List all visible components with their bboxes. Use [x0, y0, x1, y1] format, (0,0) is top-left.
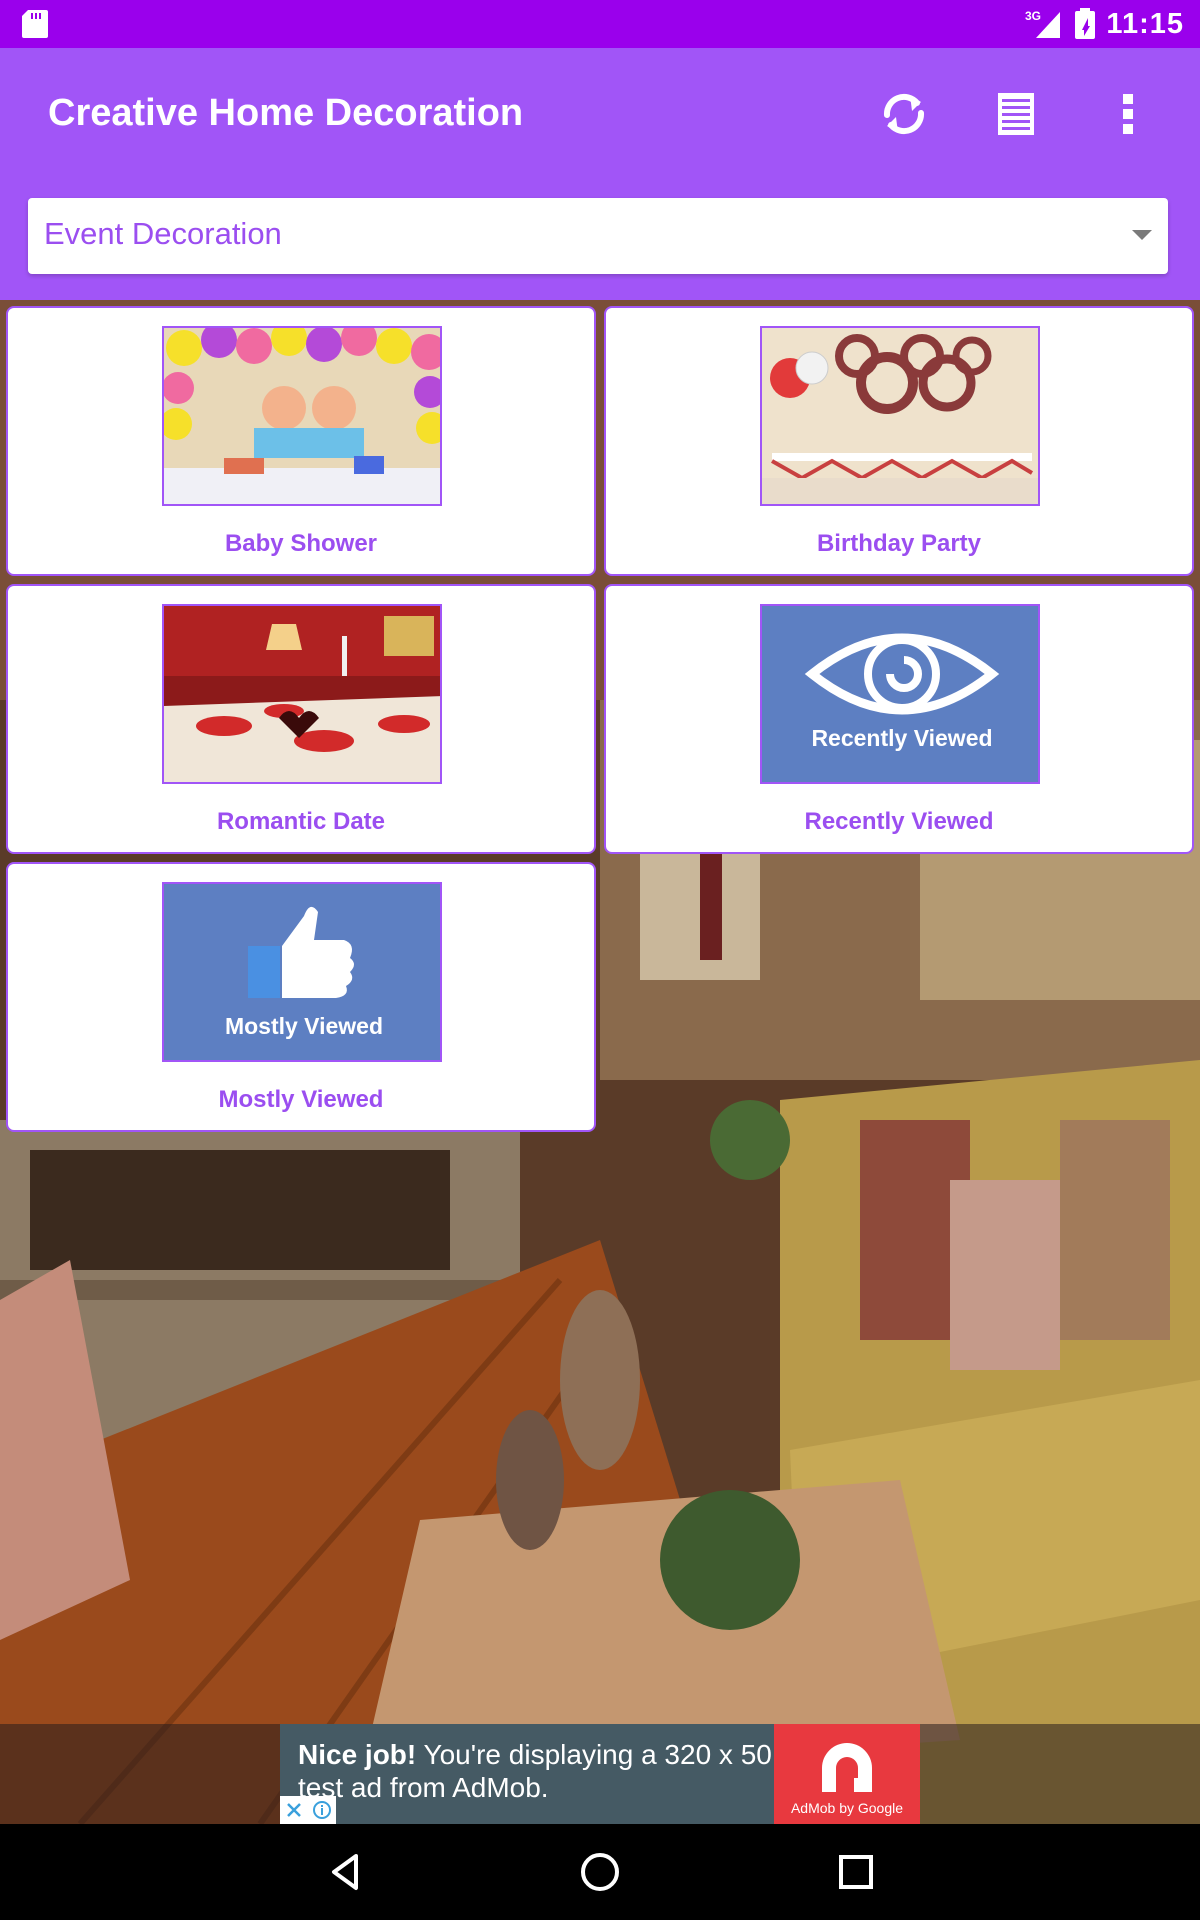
- mostly-viewed-image-text: Mostly Viewed: [225, 1013, 383, 1039]
- ad-close-button[interactable]: [280, 1796, 308, 1824]
- recently-viewed-image-text: Recently Viewed: [811, 725, 992, 751]
- mostly-viewed-image: Mostly Viewed: [162, 882, 442, 1062]
- back-button[interactable]: [318, 1844, 374, 1900]
- tile-mostly-viewed[interactable]: Mostly Viewed Mostly Viewed: [6, 862, 596, 1132]
- tile-label: Mostly Viewed: [218, 1086, 384, 1113]
- signal-icon: 3G: [1025, 9, 1061, 38]
- tile-label: Birthday Party: [816, 530, 982, 557]
- tile-birthday-party[interactable]: Birthday Party: [604, 306, 1194, 576]
- network-type: 3G: [1025, 9, 1041, 23]
- tile-label: Baby Shower: [224, 530, 378, 557]
- close-icon: [287, 1803, 301, 1817]
- back-icon: [332, 1854, 358, 1890]
- battery-icon: [1075, 8, 1096, 39]
- home-button[interactable]: [572, 1844, 628, 1900]
- tile-recently-viewed[interactable]: Recently Viewed Recently Viewed: [604, 584, 1194, 854]
- ad-text: Nice job! You're displaying a 320 x 50 t…: [298, 1738, 778, 1804]
- refresh-button[interactable]: [874, 84, 934, 144]
- recents-icon: [839, 1855, 873, 1889]
- category-selected: Event Decoration: [44, 216, 282, 251]
- tile-label: Recently Viewed: [804, 808, 994, 835]
- refresh-icon: [883, 93, 925, 135]
- list-button[interactable]: [986, 84, 1046, 144]
- status-bar: 3G 11:15: [0, 0, 1200, 48]
- tile-romantic-date[interactable]: Romantic Date: [6, 584, 596, 854]
- tile-label: Romantic Date: [216, 808, 386, 835]
- admob-icon: [822, 1743, 872, 1792]
- recents-button[interactable]: [828, 1844, 884, 1900]
- more-options-button[interactable]: [1098, 84, 1158, 144]
- app-bar: Creative Home Decoration Event Decoratio…: [0, 48, 1200, 300]
- admob-logo: AdMob by Google: [774, 1724, 920, 1824]
- chevron-down-icon: [1132, 230, 1152, 240]
- app-title: Creative Home Decoration: [48, 92, 524, 134]
- recently-viewed-image: Recently Viewed: [760, 604, 1040, 784]
- ad-banner[interactable]: Nice job! You're displaying a 320 x 50 t…: [280, 1724, 920, 1824]
- sd-card-icon: [22, 10, 48, 38]
- ad-headline: Nice job!: [298, 1739, 417, 1770]
- ad-brand: AdMob by Google: [790, 1800, 904, 1816]
- list-icon: [998, 93, 1034, 135]
- category-dropdown[interactable]: Event Decoration: [28, 198, 1168, 274]
- info-icon: [313, 1801, 331, 1819]
- clock: 11:15: [1106, 7, 1184, 40]
- baby-shower-image: [162, 326, 442, 506]
- romantic-date-image: [162, 604, 442, 784]
- more-vert-icon: [1123, 94, 1133, 134]
- ad-info-button[interactable]: [308, 1796, 336, 1824]
- navigation-bar: [0, 1824, 1200, 1920]
- birthday-party-image: [760, 326, 1040, 506]
- home-icon: [581, 1853, 619, 1891]
- tile-baby-shower[interactable]: Baby Shower: [6, 306, 596, 576]
